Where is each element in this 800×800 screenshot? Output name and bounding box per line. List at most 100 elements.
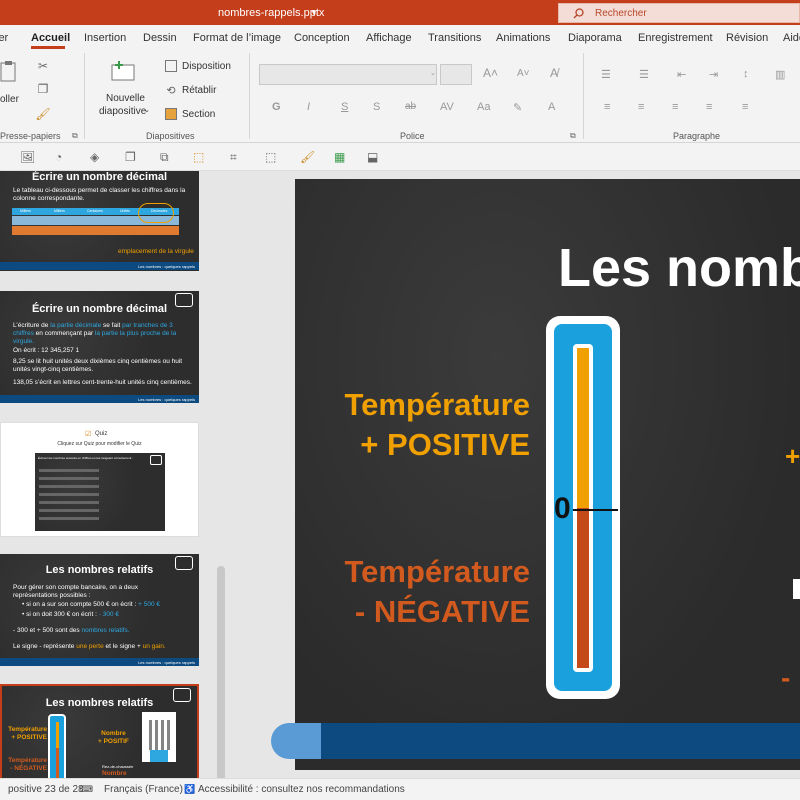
- align-right-icon[interactable]: ≡: [672, 101, 678, 113]
- shape-icon[interactable]: ◔: [55, 150, 62, 164]
- thermometer-negative: [56, 748, 59, 778]
- group-icon[interactable]: ⧉: [160, 150, 169, 165]
- thumbnail-scrollbar[interactable]: [215, 171, 227, 800]
- shrink-font-icon[interactable]: A˅: [517, 68, 530, 79]
- font-name-field[interactable]: [259, 64, 437, 85]
- slide-thumbnail[interactable]: Écrire un nombre décimal Le tableau ci-d…: [0, 171, 199, 271]
- arrange-icon[interactable]: ❐: [125, 150, 136, 164]
- reset-button[interactable]: Rétablir: [182, 85, 216, 96]
- italic-icon[interactable]: I: [307, 101, 310, 113]
- tab-animations[interactable]: Animations: [496, 32, 550, 44]
- tab-file[interactable]: ier: [0, 32, 8, 44]
- thumbnail-footer: Les nombres : quelques rappels: [138, 660, 195, 665]
- clear-format-icon[interactable]: A̸: [550, 66, 558, 80]
- chevron-down-icon[interactable]: ⌄: [430, 69, 436, 77]
- paste-icon[interactable]: [0, 59, 18, 85]
- layout-icon[interactable]: [165, 60, 177, 72]
- char-spacing-icon[interactable]: AV: [440, 101, 454, 113]
- reset-icon[interactable]: ⟲: [165, 84, 177, 97]
- underline-icon[interactable]: S: [341, 101, 348, 113]
- accessibility-icon[interactable]: ♿: [184, 784, 195, 795]
- align-center-icon[interactable]: ≡: [638, 101, 644, 113]
- tab-home[interactable]: Accueil: [31, 32, 70, 44]
- brush-icon[interactable]: 🖌: [300, 150, 315, 164]
- decrease-indent-icon[interactable]: ⇤: [677, 68, 686, 81]
- slide-thumbnail-selected[interactable]: Les nombres relatifs Température + POSITI…: [0, 684, 199, 778]
- table-header-cell: Unités: [120, 209, 130, 213]
- current-slide[interactable]: Les nombres Température + POSITIVE Tempé…: [295, 179, 800, 770]
- chevron-down-icon[interactable]: ⌄: [144, 106, 150, 114]
- table-icon[interactable]: ▦: [334, 150, 345, 164]
- columns-icon[interactable]: ▥: [775, 68, 785, 81]
- font-color-icon[interactable]: A: [548, 101, 555, 113]
- slide-counter[interactable]: positive 23 de 28: [8, 784, 84, 795]
- temperature-negative-line1: Température: [344, 554, 531, 589]
- slide-thumbnail[interactable]: ☑ Quiz Cliquez sur Quiz pour modifier le…: [0, 422, 199, 537]
- thumbnail-text: Le signe - représente une perte et le si…: [13, 643, 166, 650]
- thumbnail-note: emplacement de la virgule: [118, 248, 194, 255]
- justify-icon[interactable]: ≡: [706, 101, 712, 113]
- bold-icon[interactable]: G: [272, 101, 281, 113]
- compress-icon[interactable]: ⬓: [367, 150, 378, 164]
- accessibility-status[interactable]: Accessibilité : consultez nos recommanda…: [198, 784, 405, 795]
- tab-transitions[interactable]: Transitions: [428, 32, 481, 44]
- temperature-positive-label[interactable]: Température + POSITIVE: [305, 385, 531, 465]
- camera-icon: [150, 455, 162, 465]
- spelling-icon[interactable]: ⌨: [80, 784, 93, 795]
- grow-font-icon[interactable]: A˄: [483, 66, 498, 80]
- picture-icon[interactable]: 🖼: [20, 150, 35, 164]
- section-icon[interactable]: [165, 108, 177, 120]
- slide-thumbnail[interactable]: Écrire un nombre décimal L’écriture de l…: [0, 291, 199, 403]
- temperature-negative-label[interactable]: Température - NÉGATIVE: [305, 552, 531, 632]
- tab-insert[interactable]: Insertion: [84, 32, 126, 44]
- thumbnail-paragraph: L’écriture de la partie décimale se fait…: [13, 322, 177, 345]
- group-divider: [249, 53, 250, 139]
- align-left-icon[interactable]: ≡: [604, 101, 610, 113]
- language-indicator[interactable]: Français (France): [104, 784, 183, 795]
- format-painter-icon[interactable]: 🖌: [35, 107, 50, 121]
- document-title[interactable]: nombres-rappels.pptx: [218, 7, 324, 19]
- highlight-icon[interactable]: ✎: [513, 101, 522, 114]
- tab-picture-format[interactable]: Format de l’image: [193, 32, 281, 44]
- paragraph-group-label: Paragraphe: [673, 131, 721, 141]
- dialog-launcher-icon[interactable]: ⧉: [570, 131, 576, 141]
- section-button[interactable]: Section: [182, 109, 215, 120]
- search-box[interactable]: Rechercher: [558, 3, 800, 23]
- thumbnail-footer: Les nombres : quelques rappels: [138, 264, 195, 269]
- cut-icon[interactable]: ✂: [36, 59, 50, 73]
- dialog-launcher-icon[interactable]: ⧉: [72, 131, 78, 141]
- font-size-field[interactable]: [440, 64, 472, 85]
- scrollbar-thumb[interactable]: [217, 566, 225, 800]
- select-icon[interactable]: ⬚: [265, 150, 276, 164]
- line-spacing-icon[interactable]: ↕: [743, 68, 749, 80]
- tab-review[interactable]: Révision: [726, 32, 768, 44]
- align-icon[interactable]: ⬚: [193, 150, 204, 164]
- numbering-icon[interactable]: ☰: [639, 68, 649, 81]
- layout-button[interactable]: Disposition: [182, 61, 231, 72]
- new-slide-label-2[interactable]: diapositive: [99, 106, 146, 117]
- tab-slideshow[interactable]: Diaporama: [568, 32, 622, 44]
- shadow-icon[interactable]: S: [373, 101, 380, 113]
- tab-record[interactable]: Enregistrement: [638, 32, 713, 44]
- right-plus-sign: +: [785, 441, 800, 471]
- tab-draw[interactable]: Dessin: [143, 32, 177, 44]
- tab-view[interactable]: Affichage: [366, 32, 412, 44]
- crop-icon[interactable]: ⌗: [230, 150, 237, 165]
- tab-help[interactable]: Aide: [783, 32, 800, 44]
- copy-icon[interactable]: ❐: [36, 82, 50, 96]
- new-slide-icon[interactable]: [110, 59, 138, 83]
- paste-label[interactable]: oller: [0, 94, 19, 105]
- picture-toolbar: 🖼 ◔ ◈ ❐ ⧉ ⬚ ⌗ ⬚ 🖌 ▦ ⬓: [0, 143, 800, 171]
- slide-title[interactable]: Les nombres: [558, 237, 800, 299]
- increase-indent-icon[interactable]: ⇥: [709, 68, 718, 81]
- change-case-icon[interactable]: Aa: [477, 101, 490, 113]
- distribute-icon[interactable]: ≡: [742, 101, 748, 113]
- strikethrough-icon[interactable]: ab: [405, 101, 416, 112]
- chevron-down-icon[interactable]: ▼: [310, 8, 318, 17]
- bullets-icon[interactable]: ☰: [601, 68, 611, 81]
- new-slide-label-1[interactable]: Nouvelle: [106, 93, 145, 104]
- zero-label: 0: [554, 492, 571, 525]
- fill-icon[interactable]: ◈: [90, 150, 99, 164]
- slide-thumbnail[interactable]: Les nombres relatifs Pour gérer son comp…: [0, 554, 199, 666]
- tab-design[interactable]: Conception: [294, 32, 350, 44]
